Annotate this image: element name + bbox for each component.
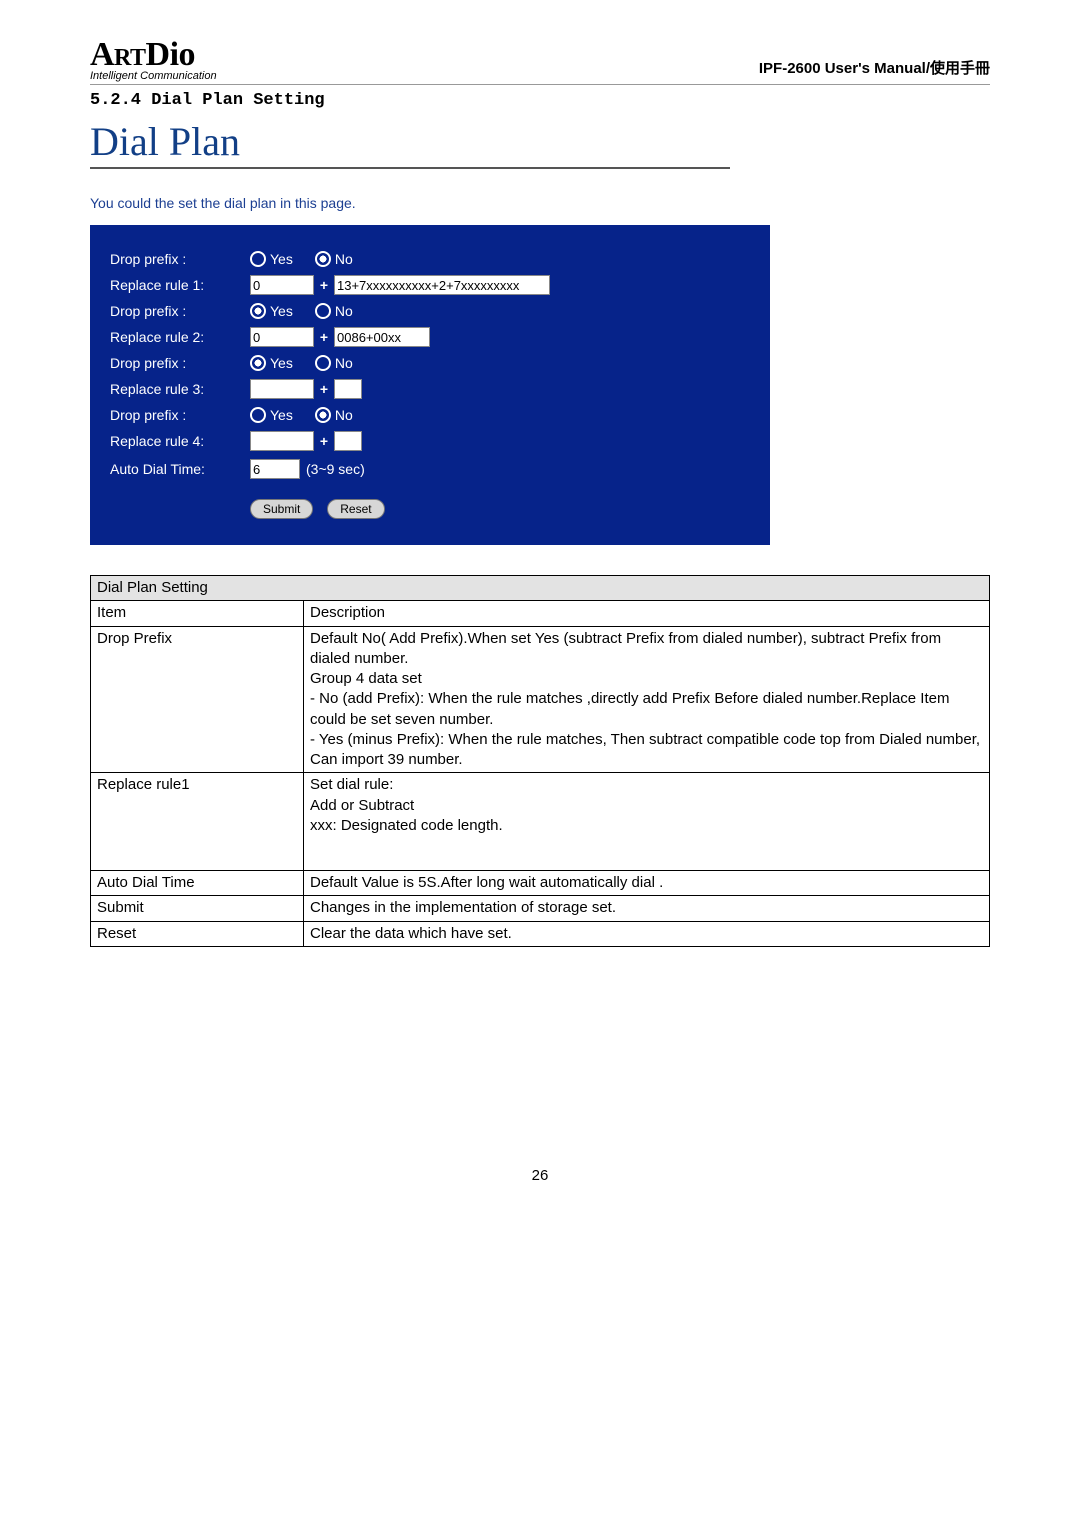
row-replace-item: Replace rule1 — [91, 773, 304, 871]
plus-icon: + — [317, 329, 331, 345]
drop2-yes-text: Yes — [270, 303, 293, 319]
row-replace-desc: Set dial rule: Add or Subtract xxx: Desi… — [304, 773, 990, 871]
reset-button[interactable]: Reset — [327, 499, 384, 519]
drop4-yes-radio[interactable] — [250, 407, 266, 423]
row-submit-item: Submit — [91, 896, 304, 921]
row-submit-desc: Changes in the implementation of storage… — [304, 896, 990, 921]
drop4-no-text: No — [335, 407, 353, 423]
section-number: 5.2.4 Dial Plan Setting — [90, 91, 990, 110]
drop3-no-text: No — [335, 355, 353, 371]
table-heading: Dial Plan Setting — [91, 576, 990, 601]
manual-title: IPF-2600 User's Manual/使用手冊 — [759, 57, 990, 82]
drop3-no-radio[interactable] — [315, 355, 331, 371]
drop3-yes-text: Yes — [270, 355, 293, 371]
page-number: 26 — [90, 1167, 990, 1184]
plus-icon: + — [317, 277, 331, 293]
drop2-no-text: No — [335, 303, 353, 319]
row-drop-prefix-desc: Default No( Add Prefix).When set Yes (su… — [304, 626, 990, 773]
page-header: ArtDio Intelligent Communication IPF-260… — [90, 36, 990, 85]
page-title: Dial Plan — [90, 118, 990, 165]
rule4-pattern-input[interactable] — [334, 431, 362, 451]
rule2-prefix-input[interactable] — [250, 327, 314, 347]
drop4-yes-text: Yes — [270, 407, 293, 423]
rule1-pattern-input[interactable] — [334, 275, 550, 295]
th-description: Description — [304, 601, 990, 626]
replace-rule-4-label: Replace rule 4: — [110, 433, 250, 449]
drop3-yes-radio[interactable] — [250, 355, 266, 371]
drop-prefix-4-label: Drop prefix : — [110, 407, 250, 423]
rule3-pattern-input[interactable] — [334, 379, 362, 399]
drop2-yes-radio[interactable] — [250, 303, 266, 319]
drop4-no-radio[interactable] — [315, 407, 331, 423]
rule1-prefix-input[interactable] — [250, 275, 314, 295]
replace-rule-1-label: Replace rule 1: — [110, 277, 250, 293]
replace-rule-2-label: Replace rule 2: — [110, 329, 250, 345]
row-reset-item: Reset — [91, 921, 304, 946]
plus-icon: + — [317, 381, 331, 397]
replace-rule-3-label: Replace rule 3: — [110, 381, 250, 397]
rule3-prefix-input[interactable] — [250, 379, 314, 399]
drop-prefix-2-label: Drop prefix : — [110, 303, 250, 319]
description-table: Dial Plan Setting Item Description Drop … — [90, 575, 990, 947]
row-auto-desc: Default Value is 5S.After long wait auto… — [304, 871, 990, 896]
auto-dial-time-input[interactable] — [250, 459, 300, 479]
drop1-no-text: No — [335, 251, 353, 267]
drop2-no-radio[interactable] — [315, 303, 331, 319]
row-drop-prefix-item: Drop Prefix — [91, 626, 304, 773]
drop1-yes-text: Yes — [270, 251, 293, 267]
th-item: Item — [91, 601, 304, 626]
drop-prefix-3-label: Drop prefix : — [110, 355, 250, 371]
brand-logo-text: ArtDio — [90, 36, 217, 74]
dial-plan-form: Drop prefix : Yes No Replace rule 1: + D… — [90, 225, 770, 545]
submit-button[interactable]: Submit — [250, 499, 313, 519]
page-subtitle: You could the set the dial plan in this … — [90, 195, 990, 211]
drop1-yes-radio[interactable] — [250, 251, 266, 267]
title-underline — [90, 167, 730, 169]
row-auto-item: Auto Dial Time — [91, 871, 304, 896]
row-reset-desc: Clear the data which have set. — [304, 921, 990, 946]
brand-block: ArtDio Intelligent Communication — [90, 36, 217, 82]
drop-prefix-1-label: Drop prefix : — [110, 251, 250, 267]
rule4-prefix-input[interactable] — [250, 431, 314, 451]
auto-dial-time-label: Auto Dial Time: — [110, 461, 250, 477]
plus-icon: + — [317, 433, 331, 449]
auto-dial-time-note: (3~9 sec) — [306, 461, 365, 477]
rule2-pattern-input[interactable] — [334, 327, 430, 347]
drop1-no-radio[interactable] — [315, 251, 331, 267]
brand-tagline: Intelligent Communication — [90, 70, 217, 82]
